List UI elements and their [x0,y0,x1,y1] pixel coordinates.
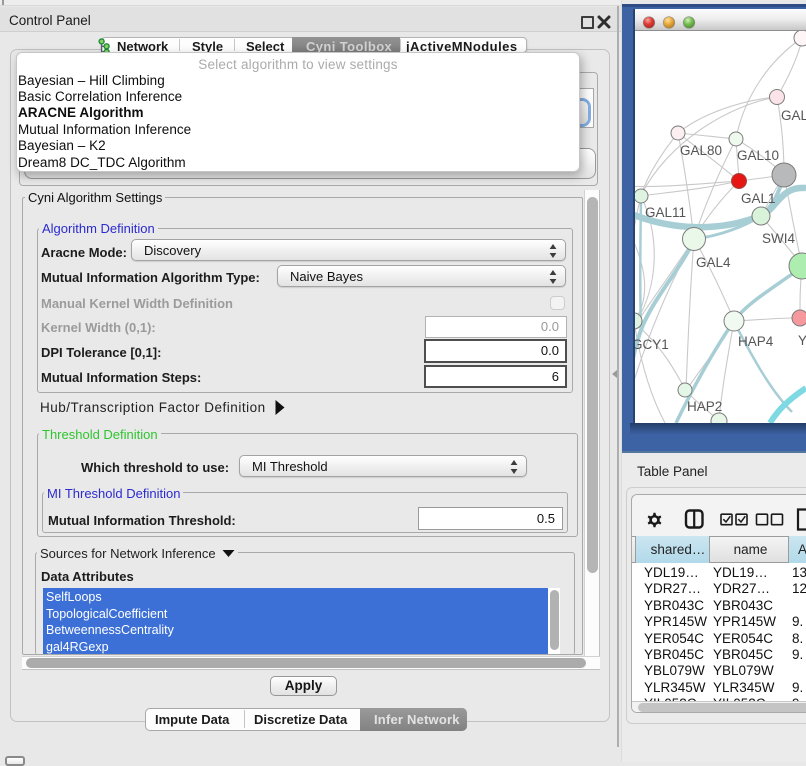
svg-text:GAL7: GAL7 [781,108,806,123]
svg-text:GAL80: GAL80 [680,143,722,158]
svg-text:GAL4: GAL4 [696,255,731,270]
svg-text:SWI4: SWI4 [762,231,795,246]
svg-text:GAL11: GAL11 [645,205,686,220]
svg-text:HAP4: HAP4 [738,334,774,349]
svg-text:Y: Y [798,333,806,348]
svg-text:GCY1: GCY1 [635,337,669,352]
svg-text:HAP2: HAP2 [687,399,722,414]
svg-text:GAL10: GAL10 [737,148,779,163]
svg-text:GAL1: GAL1 [741,191,776,206]
